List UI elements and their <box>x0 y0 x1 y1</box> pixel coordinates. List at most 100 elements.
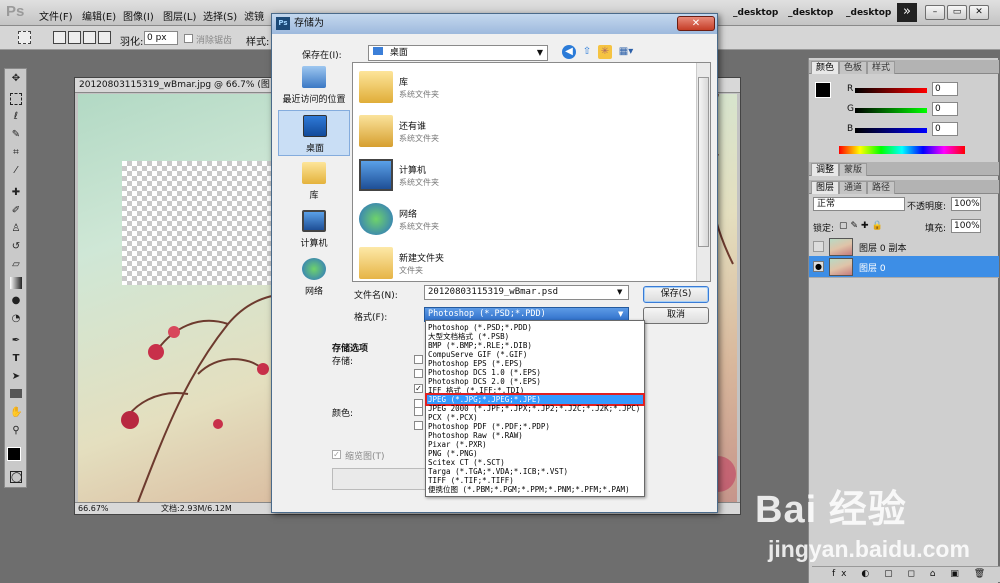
r-slider[interactable] <box>855 88 927 93</box>
g-slider[interactable] <box>855 108 927 113</box>
restore-icon[interactable]: ▭ <box>947 5 967 20</box>
tab-color[interactable]: 颜色 <box>811 61 840 74</box>
crop-tool-icon[interactable]: ⌗ <box>10 147 22 159</box>
b-slider[interactable] <box>855 128 927 133</box>
brush-tool-icon[interactable]: ✐ <box>10 205 22 217</box>
workspace-1[interactable]: _desktop <box>733 8 778 18</box>
list-item[interactable]: 新建文件夹 文件夹 <box>357 243 557 285</box>
marquee-tool-icon[interactable] <box>10 93 22 105</box>
format-option[interactable]: PCX (*.PCX) <box>427 413 643 422</box>
list-item[interactable]: 计算机 系统文件夹 <box>357 155 557 197</box>
foreground-color-swatch[interactable] <box>7 447 21 461</box>
tab-masks[interactable]: 蒙版 <box>839 163 868 176</box>
type-tool-icon[interactable]: T <box>10 353 22 365</box>
antialias-checkbox[interactable] <box>184 34 193 43</box>
layer-row[interactable]: 图层 0 副本 <box>809 236 999 258</box>
quick-select-icon[interactable]: ✎ <box>10 129 22 141</box>
blur-tool-icon[interactable]: ● <box>10 295 22 307</box>
eye-icon[interactable]: ● <box>813 261 824 272</box>
option-checkbox[interactable] <box>414 369 423 378</box>
visibility-toggle[interactable] <box>813 241 824 252</box>
format-option[interactable]: PNG (*.PNG) <box>427 449 643 458</box>
format-option[interactable]: TIFF (*.TIF;*.TIFF) <box>427 476 643 485</box>
close-app-icon[interactable]: ✕ <box>969 5 989 20</box>
lasso-tool-icon[interactable]: ℓ <box>10 111 22 123</box>
place-library[interactable]: 库 <box>278 158 350 204</box>
format-option[interactable]: 便携位图 (*.PBM;*.PGM;*.PPM;*.PNM;*.PFM;*.PA… <box>427 485 643 494</box>
format-option[interactable]: Photoshop PDF (*.PDF;*.PDP) <box>427 422 643 431</box>
list-item[interactable]: 网络 系统文件夹 <box>357 199 557 241</box>
dodge-tool-icon[interactable]: ◔ <box>10 313 22 325</box>
pen-tool-icon[interactable]: ✒ <box>10 335 22 347</box>
format-option[interactable]: Photoshop Raw (*.RAW) <box>427 431 643 440</box>
format-option[interactable]: Scitex CT (*.SCT) <box>427 458 643 467</box>
format-option[interactable]: IFF 格式 (*.IFF;*.TDI) <box>427 386 643 395</box>
color-ramp[interactable] <box>839 146 965 154</box>
healing-brush-icon[interactable]: ✚ <box>10 187 22 199</box>
clone-stamp-icon[interactable]: ♙ <box>10 223 22 235</box>
format-option[interactable]: Photoshop (*.PSD;*.PDD) <box>427 323 643 332</box>
b-value[interactable]: 0 <box>932 122 958 136</box>
new-selection-icon[interactable] <box>53 31 66 44</box>
option-checkbox[interactable] <box>414 421 423 430</box>
hand-tool-icon[interactable]: ✋ <box>10 407 22 419</box>
menu-image[interactable]: 图像(I) <box>123 8 154 23</box>
format-option[interactable]: CompuServe GIF (*.GIF) <box>427 350 643 359</box>
marquee-tool-icon[interactable] <box>18 31 31 44</box>
tab-paths[interactable]: 路径 <box>867 181 896 194</box>
view-menu-icon[interactable]: ▦▾ <box>616 45 636 59</box>
gradient-tool-icon[interactable] <box>10 277 22 289</box>
format-option[interactable]: JPEG 2000 (*.JPF;*.JPX;*.JP2;*.J2C;*.J2K… <box>427 404 643 413</box>
opacity-input[interactable]: 100% <box>951 197 981 211</box>
zoom-level[interactable]: 66.67% <box>78 503 109 514</box>
layer-row-selected[interactable]: ● 图层 0 <box>809 256 999 278</box>
list-item[interactable]: 库 系统文件夹 <box>357 67 557 109</box>
menu-select[interactable]: 选择(S) <box>203 8 237 23</box>
path-select-icon[interactable]: ➤ <box>10 371 22 383</box>
up-folder-icon[interactable]: ⇧ <box>580 45 594 59</box>
thumbnail-checkbox[interactable]: ✓ <box>332 450 341 459</box>
save-button[interactable]: 保存(S) <box>643 286 709 303</box>
format-option[interactable]: Pixar (*.PXR) <box>427 440 643 449</box>
chevron-down-icon[interactable]: ▼ <box>617 288 622 296</box>
minimize-icon[interactable]: – <box>925 5 945 20</box>
move-tool-icon[interactable]: ✥ <box>10 73 22 85</box>
option-checkbox-checked[interactable]: ✓ <box>414 384 423 393</box>
new-folder-icon[interactable]: ✳ <box>598 45 612 59</box>
tab-channels[interactable]: 通道 <box>839 181 868 194</box>
menu-filter[interactable]: 滤镜 <box>244 8 264 23</box>
format-option[interactable]: Photoshop EPS (*.EPS) <box>427 359 643 368</box>
format-option[interactable]: BMP (*.BMP;*.RLE;*.DIB) <box>427 341 643 350</box>
option-checkbox[interactable] <box>414 407 423 416</box>
option-checkbox[interactable] <box>414 355 423 364</box>
g-value[interactable]: 0 <box>932 102 958 116</box>
blend-mode-select[interactable]: 正常 <box>813 197 905 211</box>
back-icon[interactable]: ◀ <box>562 45 576 59</box>
layers-bottom-toolbar[interactable]: fx ◐ ▢ ◻ ⌂ ▣ 🗑 <box>812 566 1000 582</box>
format-option[interactable]: 大型文档格式 (*.PSB) <box>427 332 643 341</box>
workspace-2[interactable]: _desktop <box>788 8 833 18</box>
workspace-3[interactable]: _desktop <box>846 8 891 18</box>
fill-input[interactable]: 100% <box>951 219 981 233</box>
scrollbar-thumb[interactable] <box>698 77 709 247</box>
menu-file[interactable]: 文件(F) <box>39 8 73 23</box>
place-recent[interactable]: 最近访问的位置 <box>278 62 350 108</box>
cancel-button[interactable]: 取消 <box>643 307 709 324</box>
tab-layers[interactable]: 图层 <box>811 181 840 194</box>
quick-mask-icon[interactable]: ◯ <box>10 471 22 483</box>
history-brush-icon[interactable]: ↺ <box>10 241 22 253</box>
format-option-jpeg-highlighted[interactable]: JPEG (*.JPG;*.JPEG;*.JPE) <box>425 393 645 406</box>
list-item[interactable]: 还有谁 系统文件夹 <box>357 111 557 153</box>
save-in-select[interactable]: 桌面 ▼ <box>368 45 548 61</box>
format-option[interactable]: Targa (*.TGA;*.VDA;*.ICB;*.VST) <box>427 467 643 476</box>
add-selection-icon[interactable] <box>68 31 81 44</box>
menu-edit[interactable]: 编辑(E) <box>82 8 116 23</box>
r-value[interactable]: 0 <box>932 82 958 96</box>
close-icon[interactable]: ✕ <box>677 16 715 31</box>
place-computer[interactable]: 计算机 <box>278 206 350 252</box>
eyedropper-icon[interactable]: ⁄ <box>10 165 22 177</box>
subtract-selection-icon[interactable] <box>83 31 96 44</box>
fg-color-swatch[interactable] <box>815 82 831 98</box>
chevron-down-icon[interactable]: ▼ <box>618 310 623 318</box>
tab-swatches[interactable]: 色板 <box>839 61 868 74</box>
